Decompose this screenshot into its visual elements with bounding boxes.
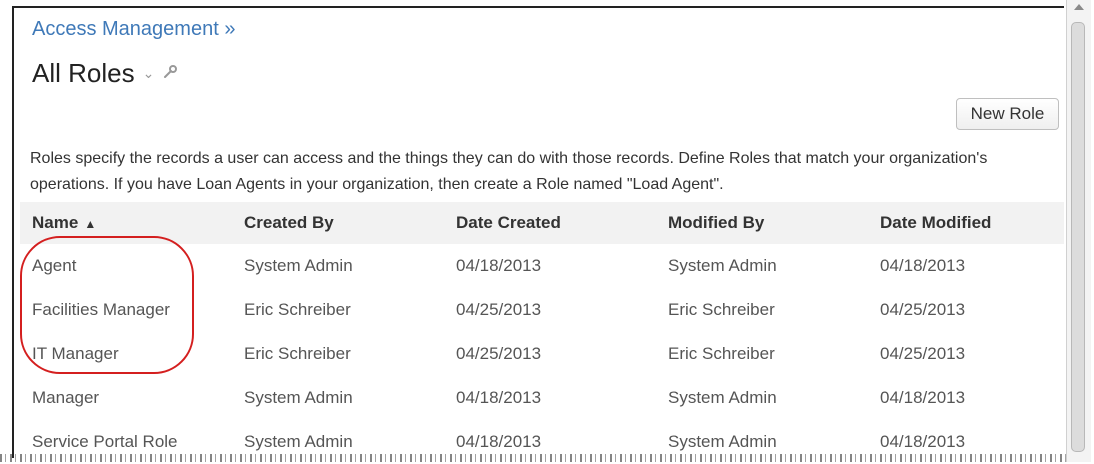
role-name[interactable]: Service Portal Role	[20, 432, 244, 452]
roles-description: Roles specify the records a user can acc…	[30, 150, 988, 193]
created-by: System Admin	[244, 256, 353, 275]
modified-by: Eric Schreiber	[668, 300, 775, 319]
cropped-text-artifact	[0, 454, 1070, 462]
breadcrumb-access-management[interactable]: Access Management »	[32, 18, 235, 41]
title-row: All Roles ⌄	[32, 58, 178, 89]
date-created: 04/25/2013	[456, 300, 542, 319]
created-by: System Admin	[244, 432, 353, 451]
modified-by: System Admin	[668, 432, 777, 451]
date-created: 04/18/2013	[456, 388, 542, 407]
date-modified: 04/18/2013	[880, 432, 966, 451]
column-header-modified-by[interactable]: Modified By	[668, 213, 880, 233]
modified-by: System Admin	[668, 256, 777, 275]
vertical-scrollbar[interactable]	[1066, 0, 1091, 462]
date-modified: 04/25/2013	[880, 344, 966, 363]
table-row[interactable]: Manager System Admin 04/18/2013 System A…	[20, 376, 1064, 420]
date-modified: 04/18/2013	[880, 256, 966, 275]
page-title: All Roles	[32, 58, 135, 88]
scroll-thumb[interactable]	[1071, 22, 1085, 452]
highlight-annotation-circle	[20, 236, 194, 374]
column-header-name[interactable]: Name ▲	[20, 213, 244, 233]
created-by: Eric Schreiber	[244, 344, 351, 363]
modified-by: System Admin	[668, 388, 777, 407]
column-header-date-created[interactable]: Date Created	[456, 213, 668, 233]
date-modified: 04/25/2013	[880, 300, 966, 319]
date-created: 04/25/2013	[456, 344, 542, 363]
role-name[interactable]: Manager	[20, 388, 244, 408]
date-created: 04/18/2013	[456, 432, 542, 451]
new-role-button[interactable]: New Role	[956, 98, 1059, 130]
created-by: System Admin	[244, 388, 353, 407]
modified-by: Eric Schreiber	[668, 344, 775, 363]
scroll-up-icon[interactable]	[1074, 4, 1084, 10]
date-created: 04/18/2013	[456, 256, 542, 275]
wrench-icon[interactable]	[162, 64, 178, 83]
chevron-down-icon[interactable]: ⌄	[143, 65, 155, 82]
date-modified: 04/18/2013	[880, 388, 966, 407]
sort-ascending-icon: ▲	[84, 217, 97, 231]
created-by: Eric Schreiber	[244, 300, 351, 319]
column-header-created-by[interactable]: Created By	[244, 213, 456, 233]
column-header-date-modified[interactable]: Date Modified	[880, 213, 1060, 233]
table-header: Name ▲ Created By Date Created Modified B…	[20, 202, 1064, 244]
